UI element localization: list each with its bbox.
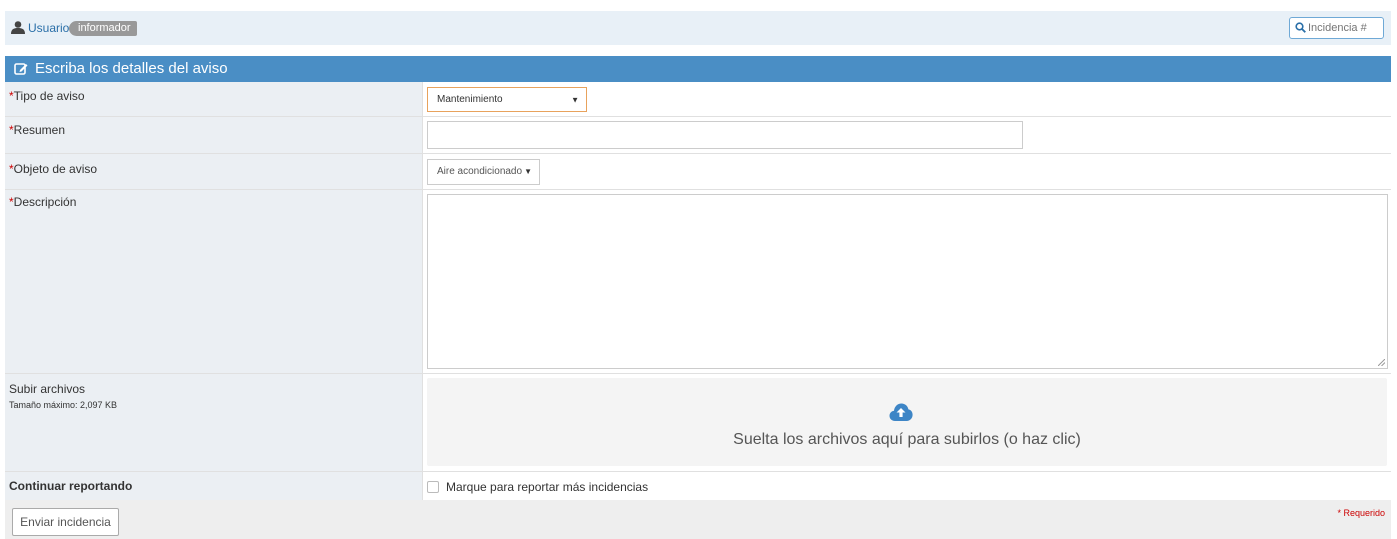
search-icon xyxy=(1295,22,1306,33)
user-link[interactable]: Usuario xyxy=(28,21,69,35)
form-footer: Enviar incidencia * Requerido xyxy=(5,500,1391,539)
descripcion-label: Descripción xyxy=(13,195,77,209)
objeto-select[interactable]: Aire acondicionado ▼ xyxy=(427,159,540,185)
continue-reporting-label[interactable]: Marque para reportar más incidencias xyxy=(446,480,648,494)
resumen-input[interactable] xyxy=(427,121,1023,149)
continuar-label: Continuar reportando xyxy=(9,479,133,493)
row-archivos: Subir archivos Tamaño máximo: 2,097 KB S… xyxy=(5,374,1391,472)
row-descripcion: *Descripción xyxy=(5,190,1391,374)
edit-icon xyxy=(14,63,28,75)
resumen-label: Resumen xyxy=(13,123,66,137)
size-note: Tamaño máximo: 2,097 KB xyxy=(9,400,118,410)
row-tipo: *Tipo de aviso Mantenimiento ▼ xyxy=(5,82,1391,117)
objeto-label: Objeto de aviso xyxy=(13,162,98,176)
row-continuar: Continuar reportando Marque para reporta… xyxy=(5,472,1391,500)
tipo-select-value: Mantenimiento xyxy=(437,94,503,105)
row-resumen: *Resumen xyxy=(5,117,1391,154)
dropzone-text: Suelta los archivos aquí para subirlos (… xyxy=(733,431,1081,448)
panel-title: Escriba los detalles del aviso xyxy=(35,60,228,77)
file-dropzone[interactable]: Suelta los archivos aquí para subirlos (… xyxy=(427,378,1387,466)
tipo-select[interactable]: Mantenimiento ▼ xyxy=(427,87,587,112)
incident-search-input[interactable] xyxy=(1308,20,1380,36)
cloud-upload-icon xyxy=(889,403,913,421)
tipo-label: Tipo de aviso xyxy=(13,89,85,103)
row-objeto: *Objeto de aviso Aire acondicionado ▼ xyxy=(5,154,1391,190)
resize-grip-icon[interactable] xyxy=(1378,359,1385,366)
user-icon xyxy=(11,21,25,34)
archivos-label: Subir archivos xyxy=(9,382,86,396)
submit-incident-button[interactable]: Enviar incidencia xyxy=(12,508,119,536)
panel-header: Escriba los detalles del aviso xyxy=(5,56,1391,82)
objeto-select-value: Aire acondicionado xyxy=(437,166,523,177)
dropdown-arrow-icon: ▼ xyxy=(571,95,579,104)
incident-search-box[interactable] xyxy=(1289,17,1384,39)
required-note: * Requerido xyxy=(1337,508,1385,518)
top-bar: Usuario informador xyxy=(5,11,1391,45)
role-badge: informador xyxy=(69,21,137,36)
descripcion-textarea[interactable] xyxy=(427,194,1388,369)
dropdown-arrow-icon: ▼ xyxy=(524,167,532,176)
continue-reporting-checkbox[interactable] xyxy=(427,481,439,493)
